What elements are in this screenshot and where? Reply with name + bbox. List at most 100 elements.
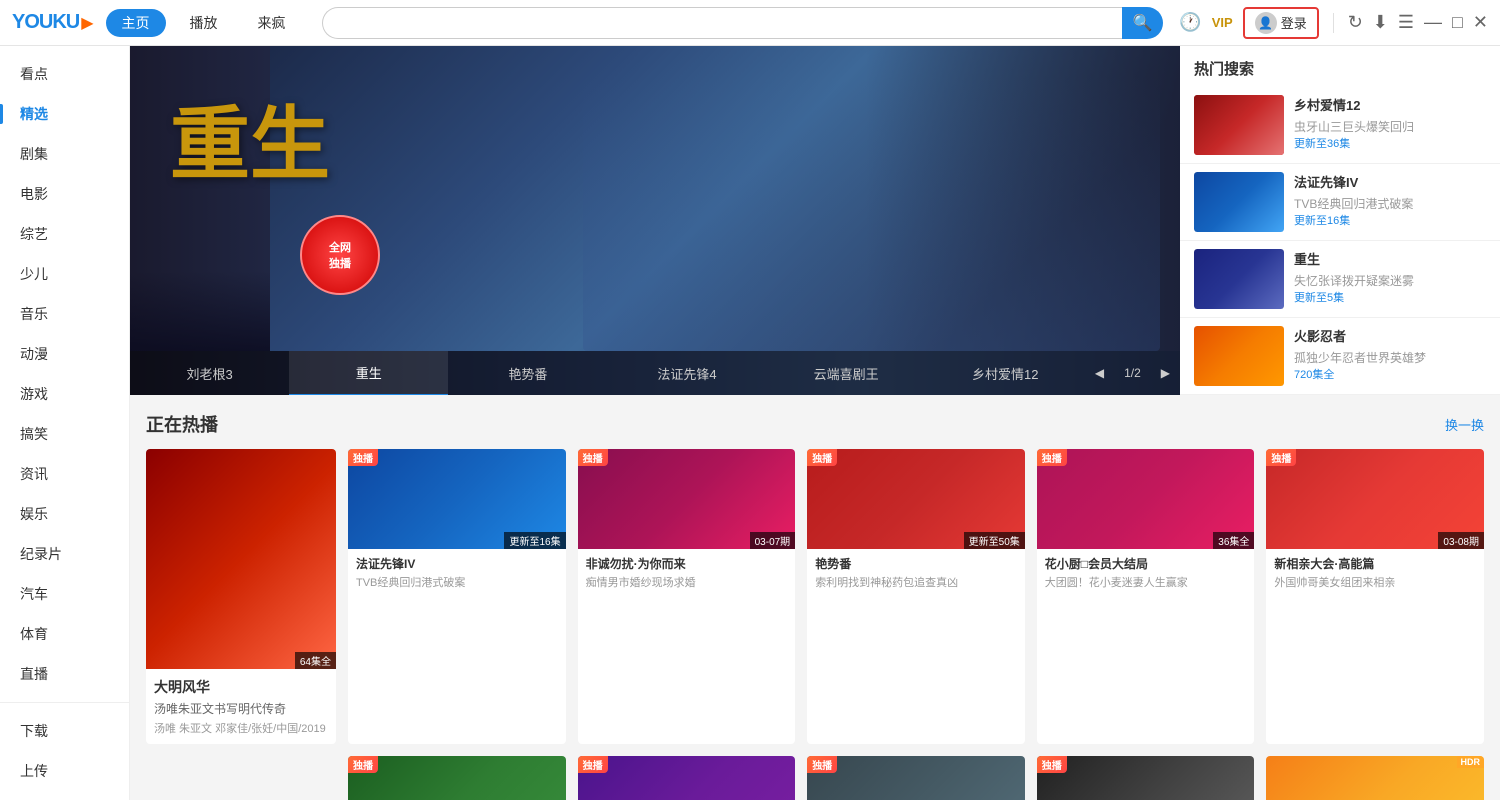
ep-3: 更新至50集	[964, 532, 1025, 549]
minimize-icon[interactable]: —	[1424, 12, 1442, 33]
video-card-4[interactable]: 独播 36集全 花小厨□会员大结局 大团圆！花小麦迷妻人生赢家	[1037, 449, 1255, 744]
hot-item-3[interactable]: 重生 失忆张译拨开疑案迷雾 更新至5集	[1180, 241, 1500, 318]
video-card-1[interactable]: 独播 更新至16集 法证先锋IV TVB经典回归港式破案	[348, 449, 566, 744]
video-large-card[interactable]: 64集全 大明风华 汤唯朱亚文书写明代传奇 汤唯 朱亚文 邓家佳/张妊/中国/2…	[146, 449, 336, 744]
hot-info-3: 重生 失忆张译拨开疑案迷雾 更新至5集	[1294, 249, 1486, 309]
hot-thumb-2	[1194, 172, 1284, 232]
sidebar-item-shangchuan[interactable]: 上传	[0, 751, 129, 791]
info-1: 法证先锋IV TVB经典回归港式破案	[348, 549, 566, 596]
thumb-7: 独播 30集全	[578, 756, 796, 800]
banner-nav-5[interactable]: 云端喜剧王	[767, 352, 926, 395]
info-3: 艳势番 索利明找到神秘药包追查真凶	[807, 549, 1025, 596]
hot-item-1[interactable]: 乡村爱情12 虫牙山三巨头爆笑回归 更新至36集	[1180, 87, 1500, 164]
nav-lafeng[interactable]: 来疯	[242, 9, 302, 37]
sidebar-item-jingxuan[interactable]: 精选	[0, 94, 129, 134]
badge-4: 独播	[1037, 449, 1067, 466]
sidebar-item-gaoxiao[interactable]: 搞笑	[0, 414, 129, 454]
banner-nav-6[interactable]: 乡村爱情12	[926, 352, 1085, 395]
info-5: 新相亲大会·高能篇 外国帅哥美女组团来相亲	[1266, 549, 1484, 596]
sidebar-item-kandian[interactable]: 看点	[0, 54, 129, 94]
sidebar-item-zixun[interactable]: 资讯	[0, 454, 129, 494]
badge-7: 独播	[578, 756, 608, 773]
video-card-10[interactable]: HDR 更新至32集 幸福敲了两次门 两对夫妻的烦恼人生	[1266, 756, 1484, 800]
title-4: 花小厨□会员大结局	[1045, 555, 1247, 572]
hot-item-2[interactable]: 法证先锋IV TVB经典回归港式破案 更新至16集	[1180, 164, 1500, 241]
video-row-1: 64集全 大明风华 汤唯朱亚文书写明代传奇 汤唯 朱亚文 邓家佳/张妊/中国/2…	[146, 449, 1484, 744]
download-icon[interactable]: ⬇	[1373, 12, 1388, 33]
video-card-3[interactable]: 独播 更新至50集 艳势番 索利明找到神秘药包追查真凶	[807, 449, 1025, 744]
banner-nav-1[interactable]: 刘老根3	[130, 352, 289, 395]
banner-prev-arrow[interactable]: ◀	[1085, 366, 1114, 380]
banner[interactable]: 重生 全网 独播 刘老根3 重生	[130, 46, 1180, 395]
video-card-9[interactable]: 独播 03-06集 网络骗局第四季 百变色魔网上猎艳女性	[1037, 756, 1255, 800]
sidebar-item-qiche[interactable]: 汽车	[0, 574, 129, 614]
hot-thumb-img-1	[1194, 95, 1284, 155]
header-right: 🕐 VIP 👤 登录 ↻ ⬇ ☰ — □ ✕	[1179, 7, 1488, 39]
maximize-icon[interactable]: □	[1452, 12, 1463, 33]
refresh-button[interactable]: 换一换	[1445, 415, 1484, 434]
sidebar-item-tiyu[interactable]: 体育	[0, 614, 129, 654]
main-layout: 看点 精选 剧集 电影 综艺 少儿 音乐 动漫 游戏 搞笑 资讯 娱乐 纪录片 …	[0, 46, 1500, 800]
logo-text: YOUKU	[12, 11, 79, 34]
hot-item-4[interactable]: 火影忍者 孤独少年忍者世界英雄梦 720集全	[1180, 318, 1500, 395]
nav-home[interactable]: 主页	[106, 9, 166, 37]
ep-4: 36集全	[1213, 532, 1254, 549]
sidebar-item-youxi[interactable]: 游戏	[0, 374, 129, 414]
banner-people	[583, 76, 1161, 351]
hot-desc-2: TVB经典回归港式破案	[1294, 195, 1486, 212]
banner-title: 重生	[170, 106, 330, 186]
sidebar-item-zhibo[interactable]: 直播	[0, 654, 129, 694]
sidebar-item-jilupian[interactable]: 纪录片	[0, 534, 129, 574]
header: YOUKU ▶ 主页 播放 来疯 🔍 🕐 VIP 👤 登录 ↻ ⬇ ☰ — □ …	[0, 0, 1500, 46]
title-2: 非诚勿扰·为你而来	[586, 555, 788, 572]
hot-sub-3: 更新至5集	[1294, 289, 1486, 305]
banner-nav-2[interactable]: 重生	[289, 351, 448, 396]
login-button[interactable]: 👤 登录	[1243, 7, 1319, 39]
sidebar-item-xiazai[interactable]: 下载	[0, 711, 129, 751]
video-grid-bottom: 独播 更新至14集 百兽总动员·燃到爆 恐龙合体 热血出击	[348, 756, 1484, 800]
sidebar-item-yule[interactable]: 娱乐	[0, 494, 129, 534]
clock-icon[interactable]: 🕐	[1179, 12, 1201, 33]
video-card-2[interactable]: 独播 03-07期 非诚勿扰·为你而来 痴情男市婚纱现场求婚	[578, 449, 796, 744]
row2-spacer	[146, 756, 336, 800]
sidebar-item-zongyi[interactable]: 综艺	[0, 214, 129, 254]
logo[interactable]: YOUKU ▶	[12, 11, 94, 34]
menu-icon[interactable]: ☰	[1398, 12, 1414, 33]
hot-search-panel: 热门搜索 乡村爱情12 虫牙山三巨头爆笑回归 更新至36集	[1180, 46, 1500, 395]
sidebar-item-zhuanma[interactable]: 转码	[0, 791, 129, 800]
thumb-8: 独播 03-04集	[807, 756, 1025, 800]
banner-nav-4[interactable]: 法证先锋4	[607, 352, 766, 395]
info-2: 非诚勿扰·为你而来 痴情男市婚纱现场求婚	[578, 549, 796, 596]
large-subtitle: 汤唯朱亚文书写明代传奇	[154, 700, 328, 717]
hot-search-title: 热门搜索	[1180, 46, 1500, 87]
ep-5: 03-08期	[1438, 532, 1484, 549]
banner-nav-3[interactable]: 艳势番	[448, 352, 607, 395]
video-card-7[interactable]: 独播 30集全 景德镇·传奇女子 夫君殉窑！玉茹为爱被迫成长	[578, 756, 796, 800]
sidebar-item-juji[interactable]: 剧集	[0, 134, 129, 174]
sidebar: 看点 精选 剧集 电影 综艺 少儿 音乐 动漫 游戏 搞笑 资讯 娱乐 纪录片 …	[0, 46, 130, 800]
close-icon[interactable]: ✕	[1473, 12, 1488, 33]
sidebar-item-dianying[interactable]: 电影	[0, 174, 129, 214]
search-input[interactable]	[322, 7, 1122, 39]
sidebar-item-dongman[interactable]: 动漫	[0, 334, 129, 374]
sidebar-item-shaoer[interactable]: 少儿	[0, 254, 129, 294]
hot-name-4: 火影忍者	[1294, 326, 1486, 345]
search-button[interactable]: 🔍	[1122, 7, 1164, 39]
vip-button[interactable]: VIP	[1212, 15, 1233, 30]
hot-desc-4: 孤独少年忍者世界英雄梦	[1294, 349, 1486, 366]
video-card-8[interactable]: 独播 03-04集 局部□美第奇家族 文艺复兴大师背后的影子家族	[807, 756, 1025, 800]
hot-thumb-1	[1194, 95, 1284, 155]
hot-sub-1: 更新至36集	[1294, 135, 1486, 151]
nav-play[interactable]: 播放	[174, 9, 234, 37]
video-card-6[interactable]: 独播 更新至14集 百兽总动员·燃到爆 恐龙合体 热血出击	[348, 756, 566, 800]
banner-exclusive-badge: 全网 独播	[300, 215, 380, 295]
hot-thumb-img-4	[1194, 326, 1284, 386]
refresh-icon[interactable]: ↻	[1348, 12, 1363, 33]
hot-thumb-4	[1194, 326, 1284, 386]
desc-3: 索利明找到神秘药包追查真凶	[815, 574, 1017, 590]
sidebar-item-yinyue[interactable]: 音乐	[0, 294, 129, 334]
video-card-5[interactable]: 独播 03-08期 新相亲大会·高能篇 外国帅哥美女组团来相亲	[1266, 449, 1484, 744]
banner-next-arrow[interactable]: ▶	[1151, 366, 1180, 380]
badge-2: 独播	[578, 449, 608, 466]
desc-2: 痴情男市婚纱现场求婚	[586, 574, 788, 590]
